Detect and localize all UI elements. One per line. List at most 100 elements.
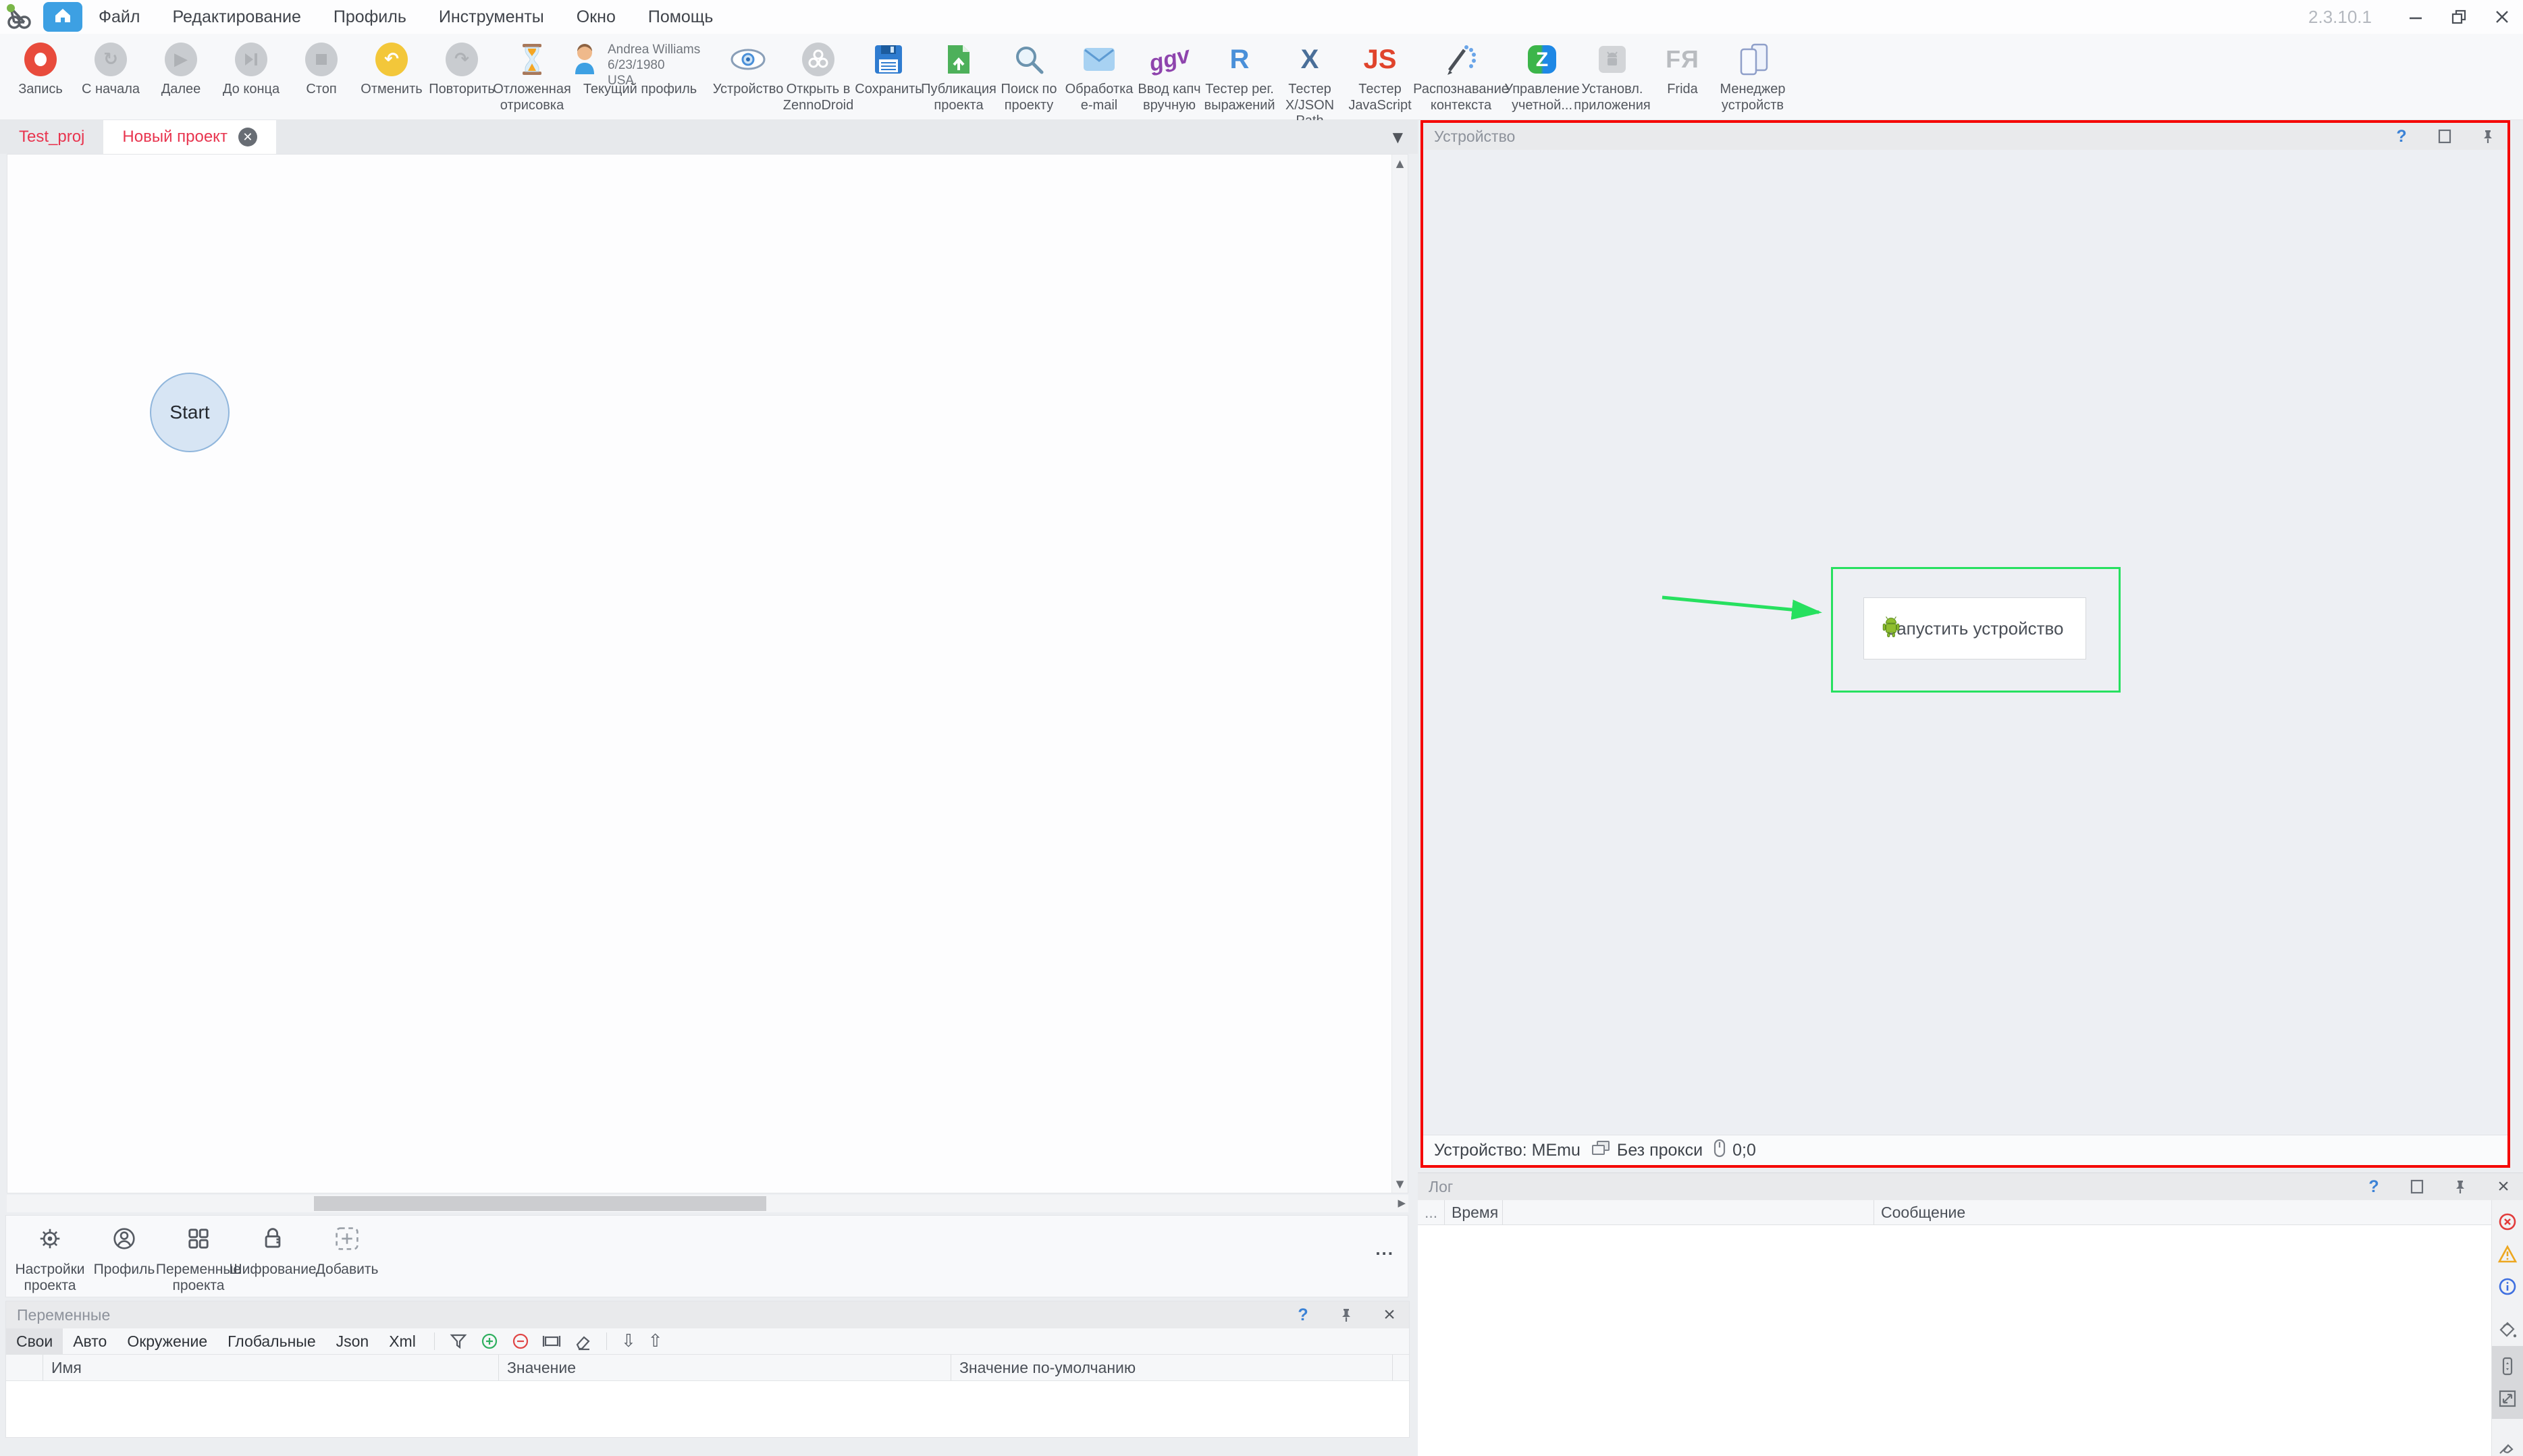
- column-more[interactable]: ...: [1418, 1200, 1445, 1224]
- project-canvas[interactable]: Start ▲ ▼: [7, 154, 1408, 1193]
- installed-apps-button[interactable]: Установл. приложения: [1578, 41, 1646, 113]
- add-button[interactable]: Добавить: [314, 1224, 380, 1278]
- manual-captcha-button[interactable]: ggv Ввод капч вручную: [1136, 41, 1203, 113]
- run-to-end-button[interactable]: До конца: [217, 41, 285, 98]
- android-icon: [1882, 616, 1901, 641]
- project-profile-button[interactable]: Профиль: [91, 1224, 157, 1278]
- close-panel-icon[interactable]: ×: [2495, 1178, 2512, 1195]
- tab-global-variables[interactable]: Глобальные: [217, 1328, 326, 1354]
- fit-to-window-icon[interactable]: [2497, 1388, 2518, 1409]
- menu-window[interactable]: Окно: [560, 0, 632, 34]
- log-messages[interactable]: [1418, 1225, 2491, 1456]
- remove-variable-icon[interactable]: [511, 1332, 530, 1351]
- undo-button[interactable]: ↶ Отменить: [358, 41, 425, 98]
- tab-environment-variables[interactable]: Окружение: [117, 1328, 217, 1354]
- device-manager-button[interactable]: Менеджер устройств: [1719, 41, 1786, 113]
- project-variables-button[interactable]: Переменные проекта: [165, 1224, 232, 1294]
- current-profile-button[interactable]: Andrea Williams 6/23/1980 USA Текущий пр…: [568, 41, 712, 98]
- account-management-button[interactable]: Z Управление учетной...: [1508, 41, 1576, 113]
- email-processing-button[interactable]: Обработка e-mail: [1065, 41, 1133, 113]
- close-button[interactable]: [2491, 5, 2514, 28]
- profile-name: Andrea Williams: [608, 42, 700, 57]
- publish-project-button[interactable]: Публикация проекта: [925, 41, 992, 113]
- record-button[interactable]: Запись: [7, 41, 74, 98]
- maximize-panel-icon[interactable]: [2408, 1178, 2426, 1195]
- menu-help[interactable]: Помощь: [632, 0, 730, 34]
- step-next-button[interactable]: ▶ Далее: [147, 41, 215, 98]
- device-scroll-icon[interactable]: [2497, 1356, 2518, 1376]
- titlebar: Файл Редактирование Профиль Инструменты …: [0, 0, 2523, 34]
- context-recognition-button[interactable]: Распознавание контекста: [1416, 41, 1506, 113]
- restore-button[interactable]: [2447, 5, 2470, 28]
- skip-to-end-icon: [235, 41, 267, 78]
- brush-icon[interactable]: [2497, 1436, 2518, 1456]
- tab-new-project[interactable]: Новый проект ✕: [103, 120, 276, 154]
- variables-table-body[interactable]: [6, 1381, 1409, 1437]
- move-down-icon[interactable]: ⇩: [621, 1332, 636, 1350]
- column-message[interactable]: Сообщение: [1874, 1200, 2491, 1224]
- errors-filter-icon[interactable]: [2497, 1212, 2518, 1232]
- canvas-horizontal-scrollbar[interactable]: ▶: [7, 1195, 1408, 1212]
- tab-overflow-chevron-icon[interactable]: ▼: [1393, 129, 1418, 145]
- warnings-filter-icon[interactable]: [2497, 1244, 2518, 1264]
- info-filter-icon[interactable]: [2497, 1276, 2518, 1297]
- column-default-value[interactable]: Значение по-умолчанию: [951, 1355, 1393, 1380]
- tab-own-variables[interactable]: Свои: [6, 1328, 63, 1354]
- scroll-down-icon[interactable]: ▼: [1396, 1175, 1404, 1193]
- scroll-right-icon[interactable]: ▶: [1398, 1197, 1406, 1209]
- help-icon[interactable]: ?: [2365, 1178, 2383, 1195]
- eraser-icon[interactable]: [573, 1332, 592, 1351]
- stop-button[interactable]: Стоп: [288, 41, 355, 98]
- launch-device-button[interactable]: Запустить устройство: [1863, 597, 2086, 659]
- proxy-status[interactable]: Без прокси: [1591, 1140, 1703, 1161]
- open-in-zennodroid-button[interactable]: Открыть в ZennoDroid: [785, 41, 852, 113]
- start-node[interactable]: Start: [150, 373, 230, 452]
- home-button[interactable]: [43, 2, 82, 32]
- menu-edit[interactable]: Редактирование: [156, 0, 317, 34]
- deferred-render-button[interactable]: Отложенная отрисовка: [498, 41, 566, 113]
- record-icon: [24, 41, 57, 78]
- pin-icon[interactable]: [1337, 1306, 1355, 1324]
- add-variable-icon[interactable]: [480, 1332, 499, 1351]
- column-name[interactable]: Имя: [43, 1355, 499, 1380]
- js-tester-button[interactable]: JS Тестер JavaScript: [1346, 41, 1414, 113]
- project-search-button[interactable]: Поиск по проекту: [995, 41, 1063, 113]
- tab-json[interactable]: Json: [326, 1328, 379, 1354]
- more-options-button[interactable]: ...: [1375, 1239, 1394, 1260]
- menu-profile[interactable]: Профиль: [317, 0, 423, 34]
- move-up-icon[interactable]: ⇧: [648, 1332, 663, 1350]
- device-view-button[interactable]: Устройство: [714, 41, 782, 98]
- panel-title: Переменные: [17, 1306, 110, 1324]
- minimize-button[interactable]: [2404, 5, 2427, 28]
- help-icon[interactable]: ?: [1294, 1306, 1312, 1324]
- save-button[interactable]: Сохранить: [855, 41, 922, 98]
- filter-icon[interactable]: [449, 1332, 468, 1351]
- pin-icon[interactable]: [2479, 128, 2497, 145]
- menu-tools[interactable]: Инструменты: [423, 0, 560, 34]
- menu-file[interactable]: Файл: [82, 0, 156, 34]
- tab-xml[interactable]: Xml: [379, 1328, 426, 1354]
- rename-icon[interactable]: [542, 1332, 561, 1351]
- from-start-button[interactable]: ↻ С начала: [77, 41, 144, 98]
- scroll-up-icon[interactable]: ▲: [1396, 155, 1404, 172]
- tab-close-icon[interactable]: ✕: [238, 128, 257, 146]
- encryption-button[interactable]: Шифрование: [240, 1224, 306, 1278]
- device-viewport[interactable]: Запустить устройство: [1423, 150, 2507, 1135]
- canvas-vertical-scrollbar[interactable]: ▲ ▼: [1391, 155, 1408, 1193]
- frida-button[interactable]: FЯ Frida: [1649, 41, 1716, 98]
- xjson-tester-button[interactable]: X Тестер X/JSON Path: [1276, 41, 1344, 130]
- maximize-panel-icon[interactable]: [2436, 128, 2453, 145]
- tab-auto-variables[interactable]: Авто: [63, 1328, 117, 1354]
- redo-button[interactable]: ↷ Повторить: [428, 41, 496, 98]
- paint-bucket-icon[interactable]: [2497, 1320, 2518, 1340]
- project-settings-button[interactable]: Настройки проекта: [17, 1224, 83, 1294]
- close-panel-icon[interactable]: ×: [1381, 1306, 1398, 1324]
- pin-icon[interactable]: [2451, 1178, 2469, 1195]
- hourglass-icon: [521, 41, 543, 78]
- help-icon[interactable]: ?: [2393, 128, 2410, 145]
- scrollbar-thumb[interactable]: [314, 1196, 766, 1211]
- column-value[interactable]: Значение: [499, 1355, 951, 1380]
- column-time[interactable]: Время: [1445, 1200, 1503, 1224]
- regex-tester-button[interactable]: R Тестер рег. выражений: [1206, 41, 1273, 113]
- tab-test-proj[interactable]: Test_proj: [0, 120, 103, 154]
